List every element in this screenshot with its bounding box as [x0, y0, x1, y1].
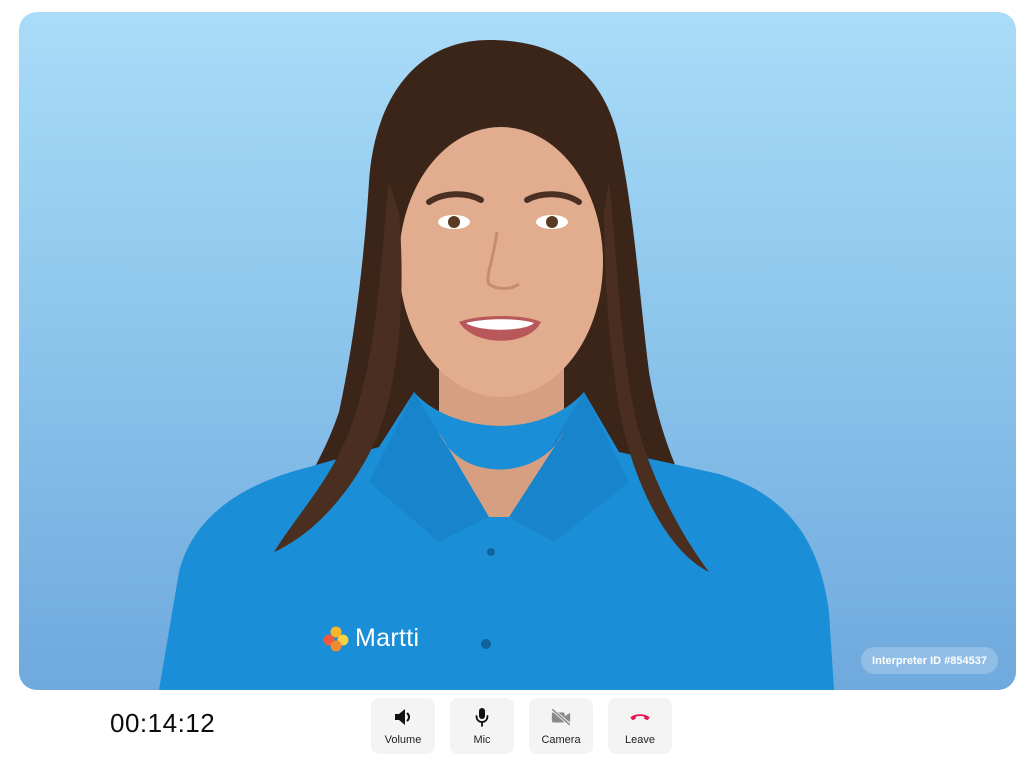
interpreter-video-image — [159, 40, 834, 690]
leave-label: Leave — [625, 734, 655, 746]
leave-button[interactable]: Leave — [608, 698, 672, 754]
volume-label: Volume — [384, 734, 422, 746]
call-controls-toolbar: Volume Mic Camera Leave — [371, 698, 672, 754]
call-duration-timer: 00:14:12 — [110, 708, 216, 738]
mic-button[interactable]: Mic — [450, 698, 514, 754]
interpreter-id-badge: Interpreter ID #854537 — [861, 647, 998, 674]
brand-flower-icon — [323, 626, 349, 651]
phone-hangup-icon — [629, 707, 651, 727]
camera-button[interactable]: Camera — [529, 698, 593, 754]
camera-off-icon — [550, 707, 572, 727]
remote-video-feed: Martti Interpreter ID #854537 — [19, 12, 1016, 690]
volume-icon — [392, 707, 414, 727]
volume-button[interactable]: Volume — [371, 698, 435, 754]
video-call-window: Martti Interpreter ID #854537 00:14:12 V… — [0, 0, 1035, 775]
brand-text: Martti — [355, 624, 420, 652]
shirt-logo: Martti — [323, 624, 419, 653]
mic-icon — [471, 707, 493, 727]
camera-label: Camera — [541, 734, 581, 746]
mic-label: Mic — [473, 734, 491, 746]
